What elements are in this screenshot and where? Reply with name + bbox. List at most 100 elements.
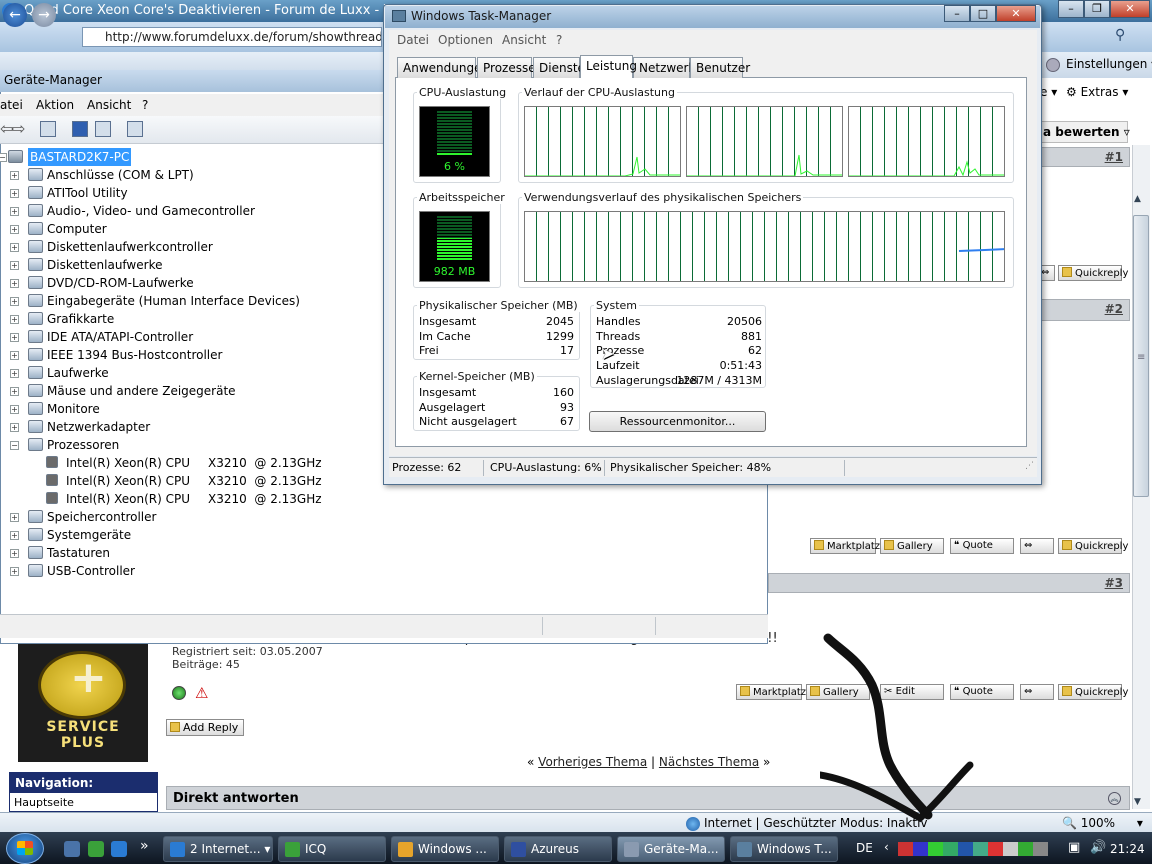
einstellungen-button[interactable]: Einstellungen ▾ <box>1066 57 1152 71</box>
tab-prozesse[interactable]: Prozesse <box>477 57 536 78</box>
taskbar-button-task-manager[interactable]: Windows T... <box>730 836 838 862</box>
menu-datei[interactable]: Datei <box>397 33 429 47</box>
expand-icon[interactable]: + <box>10 423 19 432</box>
volume-icon[interactable]: 🔊 <box>1090 840 1106 855</box>
back-button[interactable]: ← <box>3 3 27 27</box>
expand-icon[interactable]: + <box>10 225 19 234</box>
tree-item-label: Systemgeräte <box>47 528 132 542</box>
close-icon[interactable]: ✕ <box>1110 0 1150 18</box>
scan-hardware-icon[interactable] <box>127 121 143 137</box>
scroll-up-icon[interactable]: ▲ <box>1134 194 1141 204</box>
expand-icon[interactable]: + <box>10 549 19 558</box>
tree-item-label: Diskettenlaufwerkcontroller <box>47 240 213 254</box>
minimize-icon[interactable]: – <box>944 5 970 22</box>
expand-icon[interactable]: + <box>10 351 19 360</box>
expand-icon[interactable]: + <box>10 405 19 414</box>
network-icon[interactable]: ▣ <box>1068 840 1080 855</box>
taskbar-button-internet[interactable]: 2 Internet... ▾ <box>163 836 273 862</box>
zoom-control[interactable]: 🔍 100% ▾ <box>1062 816 1143 830</box>
gallery-button[interactable]: Gallery <box>880 538 944 554</box>
expand-icon[interactable]: + <box>10 297 19 306</box>
tab-anwendungen[interactable]: Anwendungen <box>397 57 489 78</box>
search-icon[interactable]: ⚲ <box>1115 27 1125 43</box>
taskbar-button-icq[interactable]: ICQ <box>278 836 386 862</box>
menu-datei[interactable]: atei <box>0 98 23 112</box>
marktplatz-button[interactable]: Marktplatz <box>810 538 880 554</box>
resource-monitor-button[interactable]: Ressourcenmonitor... <box>589 411 766 432</box>
divider <box>655 617 656 635</box>
forward-arrow-icon[interactable]: ⇨ <box>12 119 25 138</box>
menu-ansicht[interactable]: Ansicht <box>502 33 546 47</box>
stat-label: Insgesamt <box>419 386 477 399</box>
close-icon[interactable]: ✕ <box>996 5 1036 22</box>
extras-menu[interactable]: ⚙ Extras ▾ <box>1066 85 1128 99</box>
avatar-caption: SERVICE PLUS <box>46 719 120 751</box>
taskbar-button-windows-media[interactable]: Windows ... <box>391 836 499 862</box>
expand-icon[interactable]: + <box>10 189 19 198</box>
resize-grip-icon[interactable]: ⋰ <box>1025 461 1034 471</box>
expand-icon[interactable]: + <box>10 513 19 522</box>
language-indicator[interactable]: DE <box>856 841 873 855</box>
tab-netzwerk[interactable]: Netzwerk <box>633 57 695 78</box>
maximize-icon[interactable]: ❐ <box>1084 0 1110 18</box>
minimize-icon[interactable]: – <box>1058 0 1084 18</box>
multiquote-button[interactable]: ⇔ <box>1020 538 1054 554</box>
expand-icon[interactable]: + <box>10 243 19 252</box>
help-icon[interactable] <box>72 121 88 137</box>
tab-dienste[interactable]: Dienste <box>533 57 585 78</box>
expand-icon[interactable]: + <box>10 567 19 576</box>
expand-icon[interactable]: + <box>10 315 19 324</box>
tab-leistung[interactable]: Leistung <box>580 55 637 78</box>
post-header: #2 <box>1038 299 1130 321</box>
tree-item-label: Intel(R) Xeon(R) CPU <box>66 474 191 488</box>
expand-icon[interactable]: + <box>10 207 19 216</box>
taskbar-button-device-manager[interactable]: Geräte-Ma... <box>617 836 725 862</box>
menu-aktion[interactable]: Aktion <box>36 98 74 112</box>
direct-reply-heading: Direkt antworten <box>166 786 1130 810</box>
quote-button[interactable]: ❝ Quote <box>950 538 1014 554</box>
stat-value: 67 <box>560 415 574 429</box>
taskbar-button-azureus[interactable]: Azureus <box>504 836 612 862</box>
icq-icon[interactable] <box>88 841 104 857</box>
next-thread-link[interactable]: Nächstes Thema <box>659 755 759 769</box>
expand-icon[interactable]: + <box>10 387 19 396</box>
media-icon <box>398 842 413 857</box>
ie-icon[interactable] <box>111 841 127 857</box>
expand-icon[interactable]: + <box>10 333 19 342</box>
marktplatz-button[interactable]: Marktplatz <box>736 684 806 700</box>
properties-icon[interactable] <box>40 121 56 137</box>
maximize-icon[interactable]: □ <box>970 5 996 22</box>
collapse-icon[interactable]: − <box>10 441 19 450</box>
expand-icon[interactable]: + <box>10 369 19 378</box>
menu-optionen[interactable]: Optionen <box>438 33 493 47</box>
quickreply-button[interactable]: Quickreply <box>1058 684 1128 700</box>
tray-expand-icon[interactable]: ‹ <box>884 840 889 854</box>
report-icon[interactable]: ⚠ <box>195 684 208 702</box>
collapse-icon[interactable]: − <box>0 153 7 162</box>
clock[interactable]: 21:24 <box>1110 842 1145 856</box>
quickreply-button[interactable]: Quickreply <box>1058 538 1128 554</box>
expand-icon[interactable]: + <box>10 261 19 270</box>
show-desktop-icon[interactable] <box>64 841 80 857</box>
address-bar[interactable]: http://www.forumdeluxx.de/forum/showthre… <box>82 27 382 47</box>
expand-icon[interactable]: + <box>10 531 19 540</box>
menu-help[interactable]: ? <box>556 33 562 47</box>
add-reply-button[interactable]: Add Reply <box>166 719 244 736</box>
rate-thread-button[interactable]: a bewerten ▿ <box>1038 121 1130 143</box>
prev-thread-link[interactable]: Vorheriges Thema <box>538 755 647 769</box>
expand-icon[interactable]: + <box>10 279 19 288</box>
tray-icons[interactable] <box>898 842 1048 856</box>
forward-button[interactable]: → <box>32 3 56 27</box>
expand-icon[interactable]: + <box>10 171 19 180</box>
menu-help[interactable]: ? <box>142 98 148 112</box>
nav-item-hauptseite[interactable]: Hauptseite <box>14 796 74 809</box>
scroll-down-icon[interactable]: ▼ <box>1134 797 1141 807</box>
view-icon[interactable] <box>95 121 111 137</box>
multiquote-button[interactable]: ⇔ <box>1020 684 1054 700</box>
collapse-icon[interactable]: ︽ <box>1108 792 1121 805</box>
chevron-right-icon[interactable]: » <box>140 838 149 854</box>
tab-benutzer[interactable]: Benutzer <box>690 57 750 78</box>
chevron-down-icon[interactable]: e ▾ <box>1040 85 1057 99</box>
menu-ansicht[interactable]: Ansicht <box>87 98 131 112</box>
quickreply-button[interactable]: Quickreply <box>1058 265 1128 281</box>
